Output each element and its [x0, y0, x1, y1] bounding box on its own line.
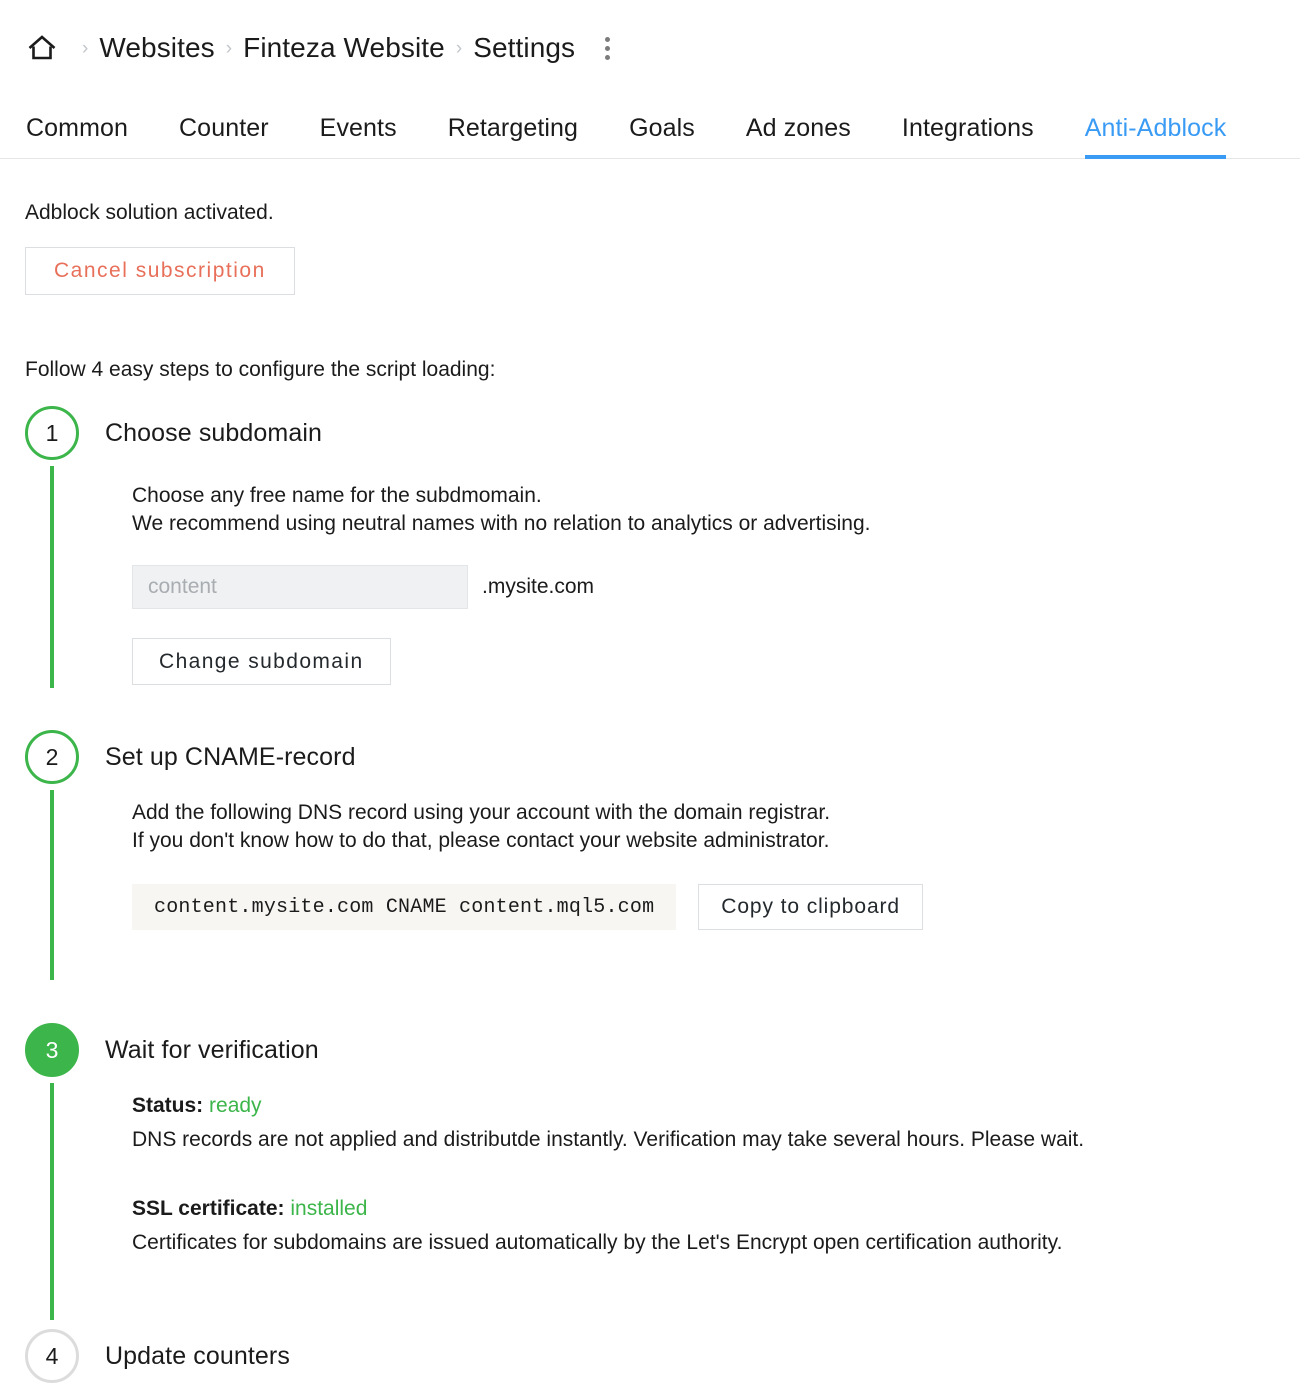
tab-common[interactable]: Common — [26, 114, 128, 158]
step-1-choose-subdomain: 1 Choose subdomain Choose any free name … — [25, 406, 1300, 689]
step-connector — [50, 466, 54, 688]
step-3-wait-verification: 3 Wait for verification Status: ready DN… — [25, 1023, 1300, 1320]
kebab-dot — [604, 54, 610, 60]
tab-anti-adblock[interactable]: Anti-Adblock — [1084, 114, 1227, 159]
tab-retargeting[interactable]: Retargeting — [448, 114, 578, 158]
step-2-setup-cname: 2 Set up CNAME-record Add the following … — [25, 730, 1300, 981]
ssl-status-label: SSL certificate: — [132, 1197, 285, 1220]
subdomain-input[interactable] — [132, 565, 468, 609]
verification-status-label: Status: — [132, 1094, 204, 1117]
step-4-update-counters: 4 Update counters — [25, 1329, 1300, 1383]
step-1-number-badge: 1 — [25, 406, 79, 460]
cname-record-row: content.mysite.com CNAME content.mql5.co… — [132, 884, 1300, 930]
step-2-number-badge: 2 — [25, 730, 79, 784]
ssl-status-badge: installed — [290, 1197, 368, 1220]
tab-goals[interactable]: Goals — [629, 114, 695, 158]
step-4-number-badge: 4 — [25, 1329, 79, 1383]
subdomain-input-row: .mysite.com — [132, 565, 1300, 609]
verification-status-note: DNS records are not applied and distribu… — [132, 1128, 1085, 1151]
cname-record-value: content.mysite.com CNAME content.mql5.co… — [132, 884, 677, 930]
breadcrumb-item-finteza-website[interactable]: Finteza Website — [243, 32, 445, 64]
step-3-body: Status: ready DNS records are not applie… — [105, 1077, 1300, 1257]
setup-steps-list: 1 Choose subdomain Choose any free name … — [25, 406, 1300, 1383]
step-3-title: Wait for verification — [105, 1036, 319, 1064]
ssl-status-note: Certificates for subdomains are issued a… — [132, 1231, 1063, 1254]
verification-status-badge: ready — [209, 1094, 262, 1117]
anti-adblock-panel: Adblock solution activated. Cancel subsc… — [0, 201, 1300, 1383]
ssl-status-line: SSL certificate: installed — [132, 1195, 1300, 1223]
step-connector — [50, 790, 54, 980]
breadcrumb-item-websites[interactable]: Websites — [99, 32, 214, 64]
change-subdomain-button[interactable]: Change subdomain — [132, 638, 391, 685]
copy-to-clipboard-button[interactable]: Copy to clipboard — [698, 884, 924, 930]
tab-ad-zones[interactable]: Ad zones — [746, 114, 851, 158]
breadcrumb-item-settings[interactable]: Settings — [473, 32, 575, 64]
steps-intro-text: Follow 4 easy steps to configure the scr… — [25, 358, 496, 381]
step-4-title: Update counters — [105, 1342, 290, 1370]
breadcrumb-separator-1: › — [82, 37, 89, 59]
step-2-title: Set up CNAME-record — [105, 743, 356, 771]
tab-counter[interactable]: Counter — [179, 114, 269, 158]
home-icon[interactable] — [25, 31, 59, 65]
settings-tab-bar: Common Counter Events Retargeting Goals … — [0, 96, 1300, 159]
verification-status-line: Status: ready — [132, 1092, 1300, 1120]
step-1-title: Choose subdomain — [105, 419, 323, 447]
domain-suffix-label: .mysite.com — [482, 575, 595, 598]
step-2-body: Add the following DNS record using your … — [105, 784, 1300, 930]
step-1-body: Choose any free name for the subdmomain.… — [105, 460, 1300, 685]
tab-integrations[interactable]: Integrations — [902, 114, 1034, 158]
step-2-description-line-1: Add the following DNS record using your … — [132, 801, 831, 824]
step-1-description-line-2: We recommend using neutral names with no… — [132, 512, 871, 535]
kebab-menu-icon[interactable] — [594, 31, 620, 65]
activation-status-text: Adblock solution activated. — [25, 201, 274, 224]
breadcrumb-separator-3: › — [455, 37, 463, 59]
kebab-dot — [604, 45, 610, 51]
step-connector — [50, 1083, 54, 1320]
cancel-subscription-button[interactable]: Cancel subscription — [25, 247, 295, 295]
step-1-description-line-1: Choose any free name for the subdmomain. — [132, 484, 542, 507]
breadcrumb-separator-2: › — [225, 37, 233, 59]
step-2-description-line-2: If you don't know how to do that, please… — [132, 829, 830, 852]
tab-events[interactable]: Events — [320, 114, 397, 158]
step-3-number-badge: 3 — [25, 1023, 79, 1077]
breadcrumb: › Websites › Finteza Website › Settings — [0, 0, 1300, 96]
kebab-dot — [604, 36, 610, 42]
